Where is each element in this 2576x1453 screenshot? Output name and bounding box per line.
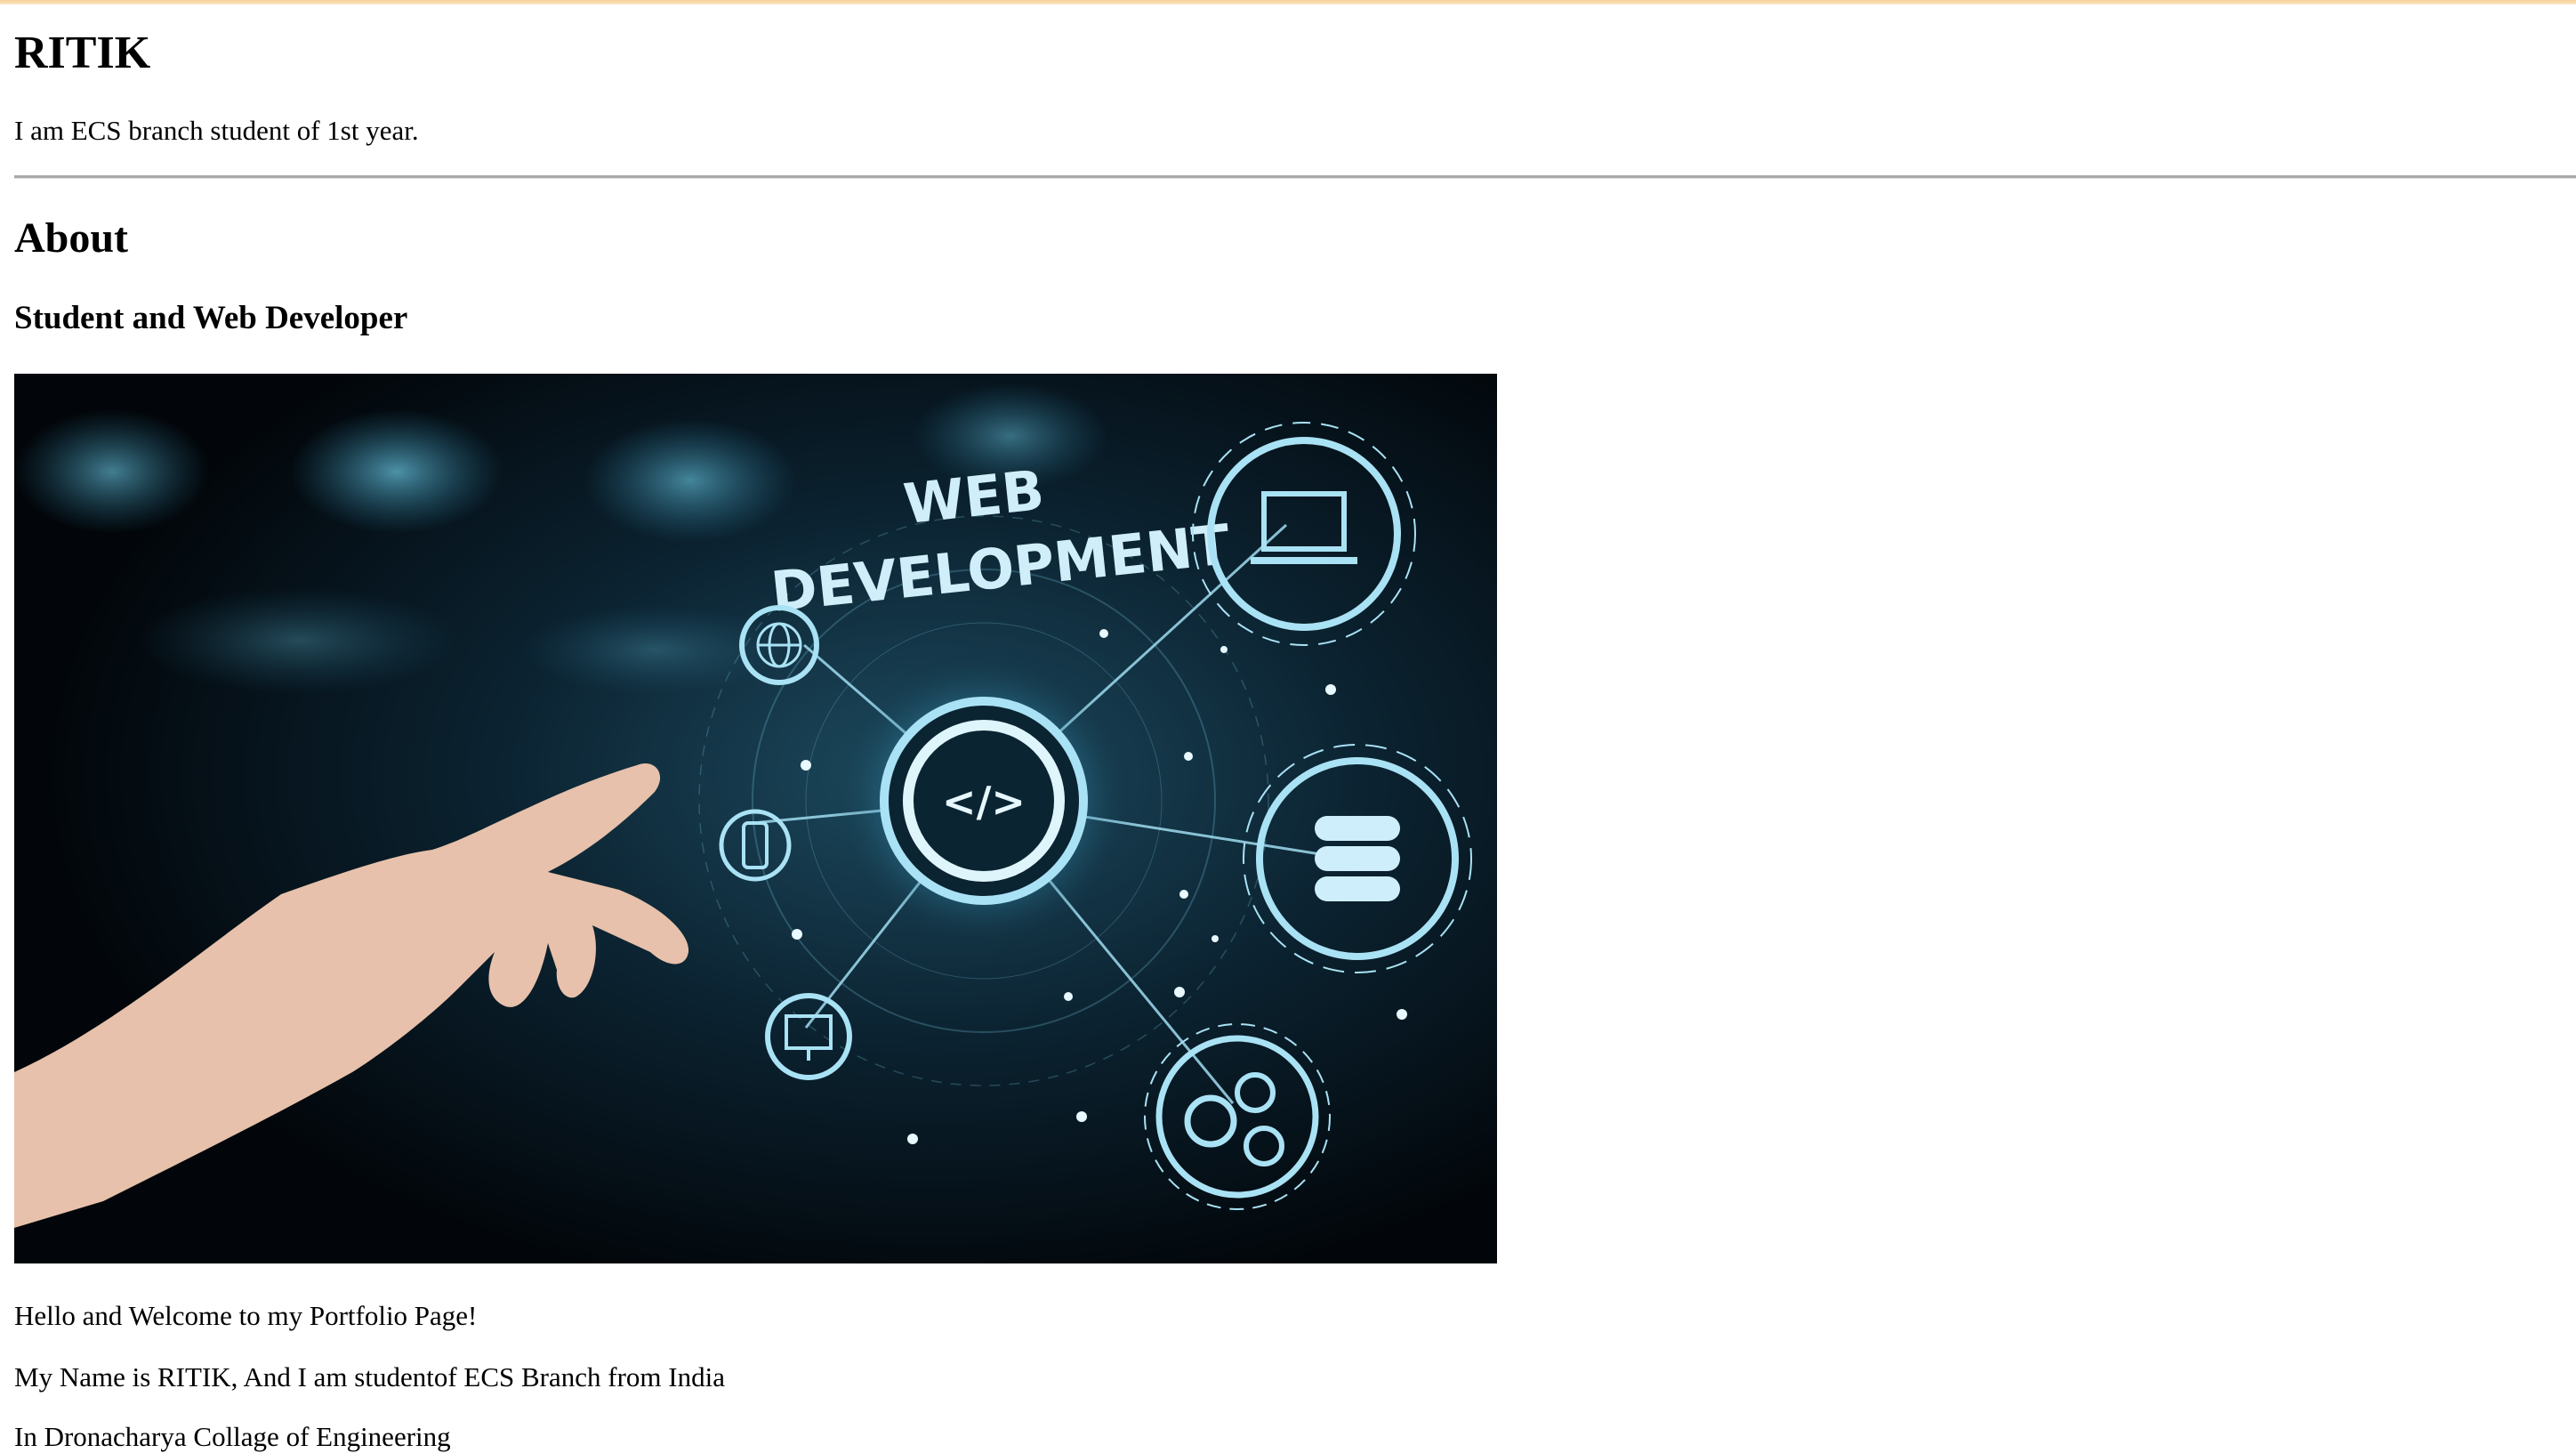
intro-name: My Name is RITIK, And I am studentof ECS… bbox=[14, 1361, 725, 1392]
svg-text:</>: </> bbox=[942, 778, 1026, 826]
about-subheading: Student and Web Developer bbox=[14, 300, 408, 336]
tagline: I am ECS branch student of 1st year. bbox=[14, 115, 419, 146]
divider bbox=[14, 175, 2576, 179]
hero-illustration: </> WEB DEVELOPMENT bbox=[14, 374, 1497, 1263]
intro-welcome: Hello and Welcome to my Portfolio Page! bbox=[14, 1300, 478, 1331]
hero-image: </> WEB DEVELOPMENT bbox=[14, 374, 1497, 1263]
page-title: RITIK bbox=[14, 28, 151, 78]
about-heading: About bbox=[14, 214, 129, 262]
code-sync-icon: </> bbox=[833, 650, 1135, 952]
intro-college: In Dronacharya Collage of Engineering bbox=[14, 1421, 451, 1452]
top-accent-strip bbox=[0, 0, 2576, 4]
